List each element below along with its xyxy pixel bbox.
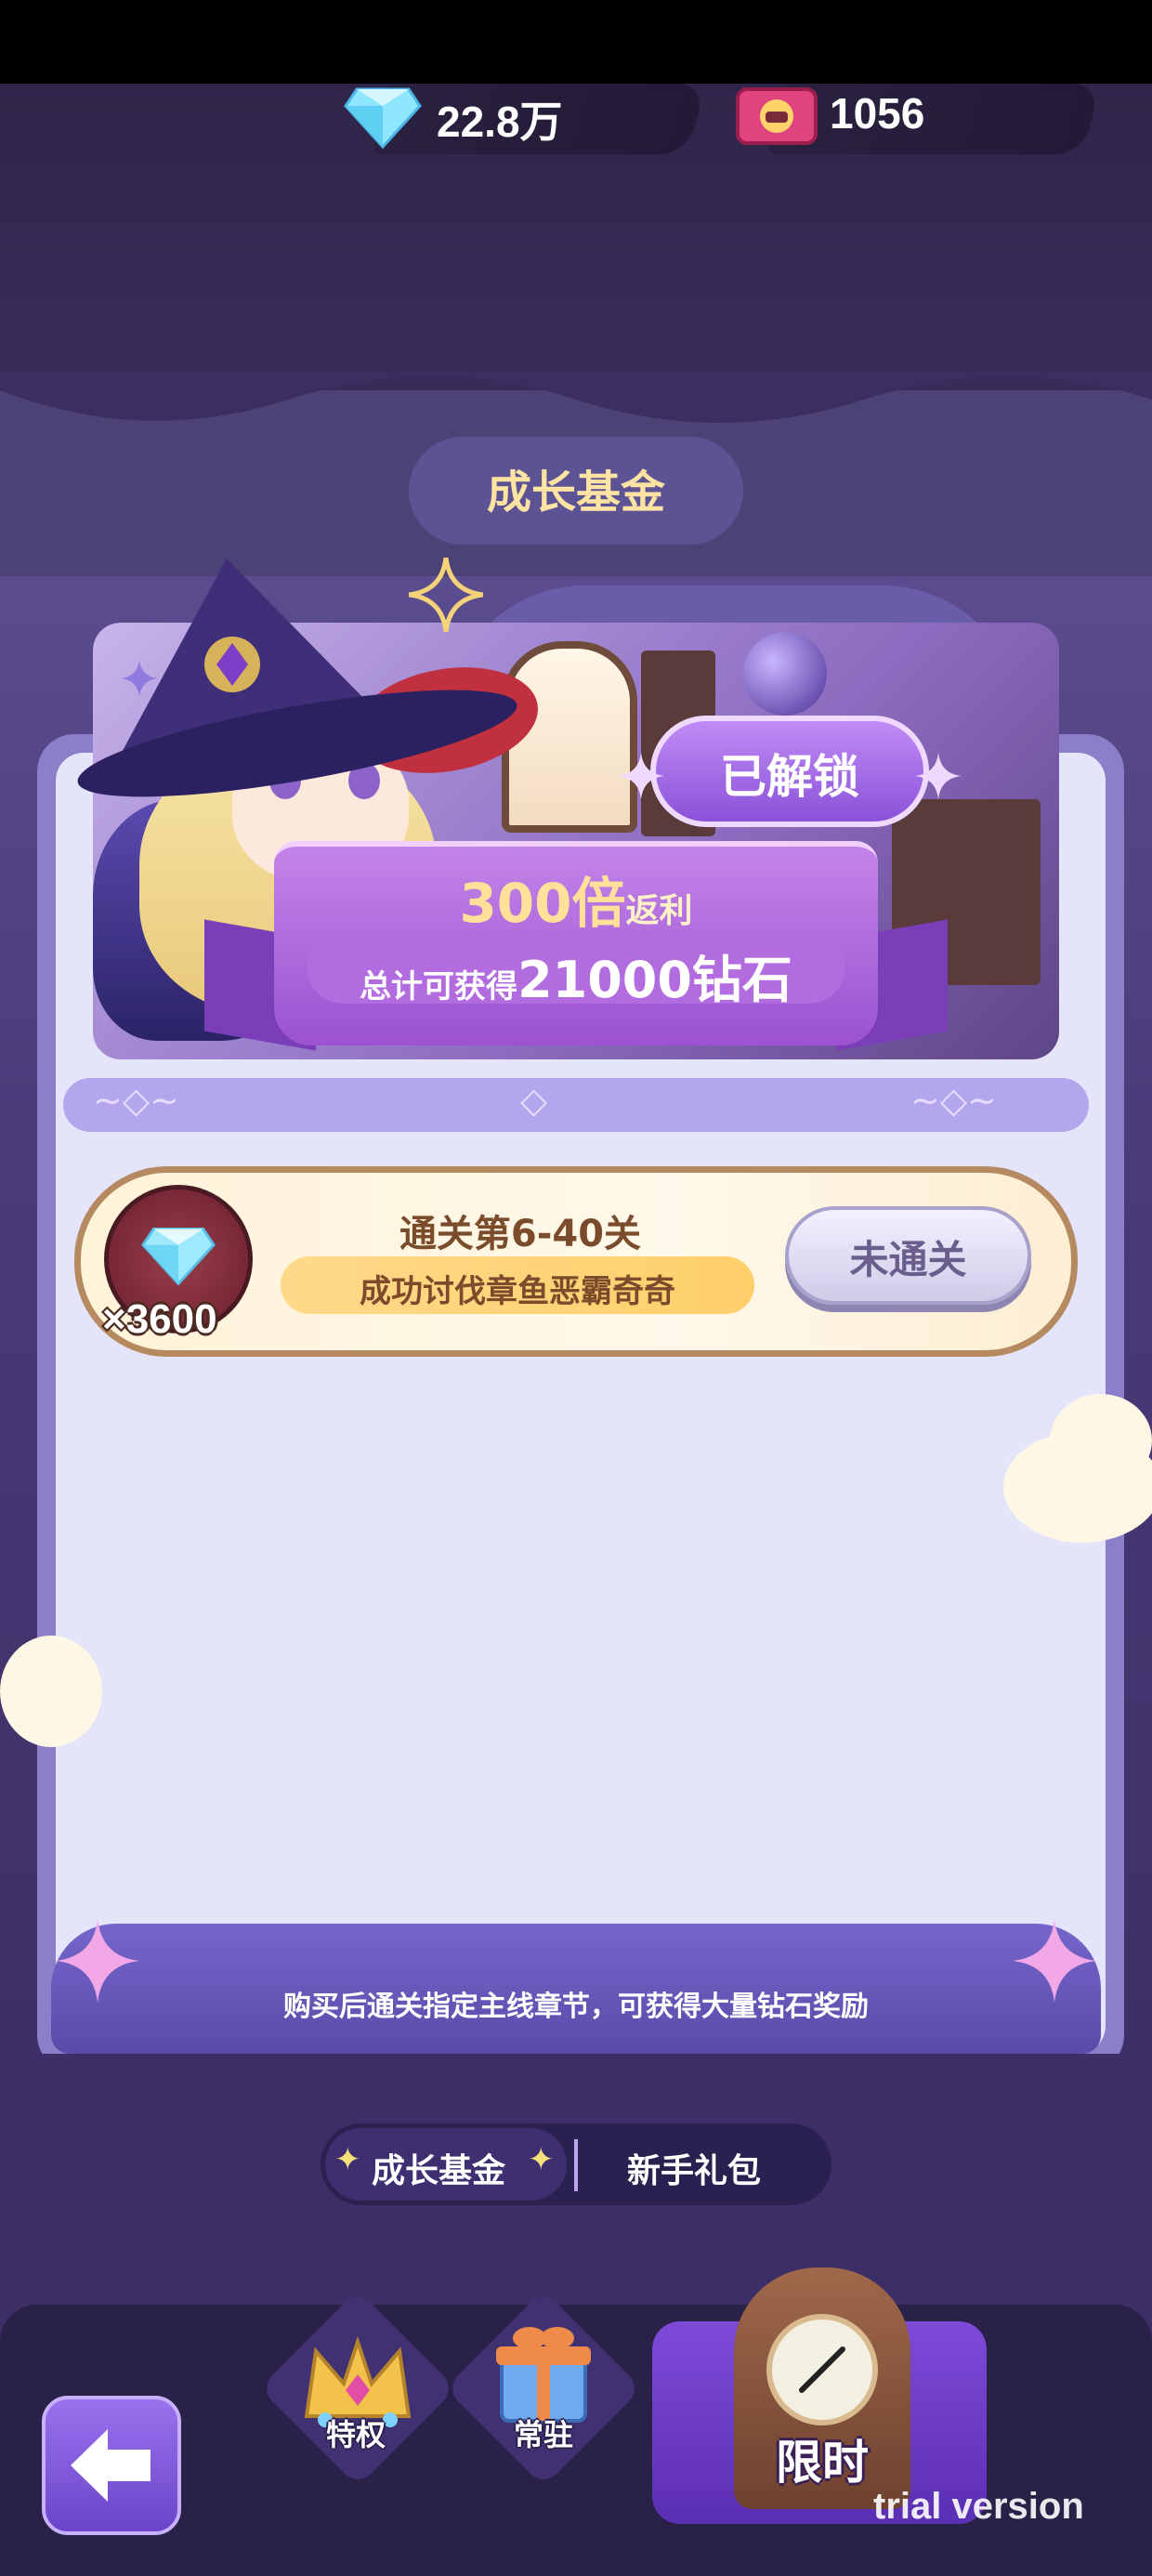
rebate-multiplier: 300倍 (459, 872, 626, 935)
total-prefix: 总计可获得 (360, 968, 518, 1005)
reward-diamond-icon (141, 1228, 216, 1286)
total-amount: 21000钻石 (517, 951, 792, 1009)
wave-divider (0, 372, 1152, 423)
hat-gem-icon (204, 637, 260, 692)
nav-permanent-label: 常驻 (513, 2417, 573, 2452)
sparkle-icon (409, 558, 483, 632)
nav-limited-label: 限时 (776, 2436, 869, 2490)
stage-desc: 成功讨伐章鱼恶霸奇奇 (360, 1273, 675, 1310)
claim-status-label: 未通关 (849, 1237, 967, 1282)
divider-ornament-left: ~◇~ (93, 1080, 179, 1121)
stage-title: 通关第6-40关 (399, 1213, 642, 1255)
reward-quantity: ×3600 (102, 1296, 217, 1342)
page-title: 成长基金 (486, 467, 665, 519)
unlocked-label: 已解锁 (720, 750, 859, 804)
divider-ornament-center: ◇ (520, 1080, 548, 1121)
cloud-left (0, 1636, 102, 1747)
tab-growth-fund-label: 成长基金 (372, 2152, 506, 2190)
tab-sparkle-right-icon: ✦ (528, 2141, 555, 2178)
clock-hands-icon (799, 2346, 845, 2393)
gift-box-icon[interactable] (483, 2314, 604, 2425)
sparkle-small-icon (121, 660, 158, 697)
diamond-amount: 22.8万 (437, 98, 563, 146)
ticket-icon (736, 87, 818, 145)
back-arrow-icon (71, 2429, 151, 2502)
system-status-bar (0, 0, 1152, 84)
rebate-headline: 300倍返利 (274, 860, 878, 938)
nav-privilege-label: 特权 (325, 2417, 386, 2452)
tab-newbie-pack[interactable]: 新手礼包 (627, 2144, 761, 2192)
cloud-right-puff (1050, 1394, 1152, 1487)
crystal-orb (743, 632, 827, 716)
trial-watermark: trial version (873, 2486, 1084, 2527)
tab-sparkle-left-icon: ✦ (334, 2141, 361, 2178)
divider-ornament-right: ~◇~ (910, 1080, 997, 1121)
tab-separator (574, 2139, 578, 2191)
footer-note: 购买后通关指定主线章节，可获得大量钻石奖励 (283, 1991, 869, 2023)
total-reward-text: 总计可获得21000钻石 (307, 939, 845, 1012)
diamond-icon (344, 87, 422, 149)
ticket-amount: 1056 (830, 89, 925, 138)
rebate-word: 返利 (625, 892, 693, 930)
